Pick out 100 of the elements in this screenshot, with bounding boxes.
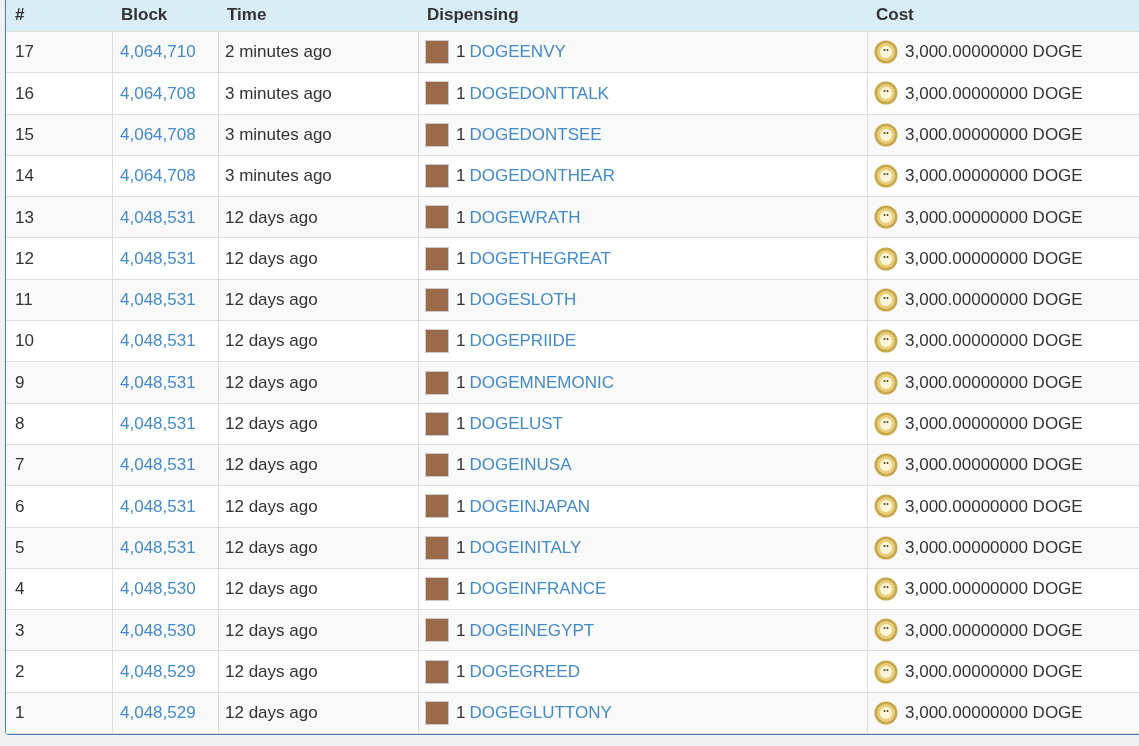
coin-icon	[874, 329, 898, 354]
row-number: 10	[15, 330, 34, 353]
asset-thumbnail	[425, 577, 449, 601]
row-number: 2	[15, 660, 25, 683]
cost-text: 3,000.00000000 DOGE	[905, 206, 1083, 229]
coin-icon	[874, 659, 898, 684]
asset-thumbnail	[425, 659, 449, 684]
time-text: 12 days ago	[225, 330, 318, 353]
coin-icon	[874, 164, 898, 189]
asset-link[interactable]: DOGEGLUTTONY	[469, 700, 612, 726]
column-header: Time	[227, 4, 267, 26]
block-link[interactable]: 4,048,531	[120, 452, 196, 478]
quantity-text: 1	[456, 413, 466, 436]
cost-text: 3,000.00000000 DOGE	[905, 702, 1083, 725]
time-text: 12 days ago	[225, 619, 318, 642]
coin-icon	[874, 122, 898, 147]
asset-link[interactable]: DOGEPRIIDE	[469, 328, 577, 354]
block-link[interactable]: 4,048,531	[120, 411, 196, 437]
asset-link[interactable]: DOGESLOTH	[469, 287, 577, 313]
asset-link[interactable]: DOGEDONTSEE	[469, 122, 602, 148]
asset-thumbnail	[425, 411, 449, 436]
asset-link[interactable]: DOGEINITALY	[469, 534, 582, 561]
asset-link[interactable]: DOGEDONTHEAR	[469, 163, 615, 189]
time-text: 12 days ago	[225, 660, 318, 683]
block-link[interactable]: 4,064,708	[120, 163, 196, 189]
asset-thumbnail	[425, 81, 449, 106]
block-link[interactable]: 4,048,530	[120, 617, 196, 644]
asset-link[interactable]: DOGEMNEMONIC	[469, 369, 614, 396]
cost-text: 3,000.00000000 DOGE	[905, 413, 1083, 436]
block-link[interactable]: 4,064,710	[120, 39, 196, 65]
time-text: 3 minutes ago	[225, 165, 332, 188]
quantity-text: 1	[456, 289, 466, 312]
asset-link[interactable]: DOGEENVY	[469, 39, 566, 65]
time-text: 12 days ago	[225, 206, 318, 229]
cost-text: 3,000.00000000 DOGE	[905, 82, 1083, 105]
block-link[interactable]: 4,048,531	[120, 245, 196, 272]
block-link[interactable]: 4,048,531	[120, 534, 196, 561]
time-text: 12 days ago	[225, 289, 318, 312]
asset-link[interactable]: DOGEINJAPAN	[469, 493, 591, 520]
block-link[interactable]: 4,048,531	[120, 493, 196, 520]
quantity-text: 1	[456, 454, 466, 477]
time-text: 12 days ago	[225, 536, 318, 559]
time-text: 2 minutes ago	[225, 41, 332, 64]
quantity-text: 1	[456, 578, 466, 601]
coin-icon	[874, 246, 898, 271]
coin-icon	[874, 287, 898, 312]
quantity-text: 1	[456, 247, 466, 270]
asset-thumbnail	[425, 246, 449, 271]
asset-link[interactable]: DOGELUST	[469, 411, 563, 437]
block-link[interactable]: 4,048,530	[120, 576, 196, 602]
quantity-text: 1	[456, 124, 466, 146]
row-number: 14	[15, 165, 34, 188]
coin-icon	[874, 81, 898, 106]
cost-text: 3,000.00000000 DOGE	[905, 165, 1083, 188]
row-number: 9	[15, 371, 25, 394]
coin-icon	[874, 370, 898, 395]
cost-text: 3,000.00000000 DOGE	[905, 619, 1083, 642]
cost-text: 3,000.00000000 DOGE	[905, 371, 1083, 394]
row-number: 11	[15, 289, 33, 312]
block-link[interactable]: 4,048,529	[120, 700, 196, 726]
asset-thumbnail	[425, 453, 449, 478]
cost-text: 3,000.00000000 DOGE	[905, 289, 1083, 312]
row-number: 6	[15, 495, 25, 518]
cost-text: 3,000.00000000 DOGE	[905, 41, 1083, 64]
asset-link[interactable]: DOGETHEGREAT	[469, 245, 611, 272]
time-text: 12 days ago	[225, 247, 318, 270]
cost-text: 3,000.00000000 DOGE	[905, 247, 1083, 270]
block-link[interactable]: 4,048,531	[120, 328, 196, 354]
asset-link[interactable]: DOGEGREED	[469, 658, 580, 685]
column-header: Dispensing	[427, 4, 519, 26]
cost-text: 3,000.00000000 DOGE	[905, 660, 1083, 683]
row-number: 16	[15, 82, 34, 105]
coin-icon	[874, 494, 898, 519]
quantity-text: 1	[456, 206, 466, 229]
time-text: 12 days ago	[225, 495, 318, 518]
coin-icon	[874, 205, 898, 230]
coin-icon	[874, 40, 898, 65]
cost-text: 3,000.00000000 DOGE	[905, 536, 1083, 559]
quantity-text: 1	[456, 371, 466, 394]
asset-link[interactable]: DOGEDONTTALK	[469, 80, 609, 107]
time-text: 3 minutes ago	[225, 82, 332, 105]
asset-link[interactable]: DOGEINUSA	[469, 452, 572, 478]
block-link[interactable]: 4,048,531	[120, 204, 196, 231]
time-text: 12 days ago	[225, 578, 318, 601]
row-number: 7	[15, 454, 25, 477]
cost-text: 3,000.00000000 DOGE	[905, 124, 1083, 146]
asset-link[interactable]: DOGEWRATH	[469, 204, 581, 231]
coin-icon	[874, 411, 898, 436]
block-link[interactable]: 4,064,708	[120, 80, 196, 107]
block-link[interactable]: 4,048,531	[120, 287, 196, 313]
asset-link[interactable]: DOGEINFRANCE	[469, 576, 607, 602]
block-link[interactable]: 4,048,531	[120, 369, 196, 396]
cost-text: 3,000.00000000 DOGE	[905, 330, 1083, 353]
block-link[interactable]: 4,064,708	[120, 122, 196, 148]
asset-link[interactable]: DOGEINEGYPT	[469, 617, 595, 644]
column-header: Cost	[876, 4, 914, 26]
quantity-text: 1	[456, 82, 466, 105]
block-link[interactable]: 4,048,529	[120, 658, 196, 685]
time-text: 3 minutes ago	[225, 124, 332, 146]
quantity-text: 1	[456, 41, 466, 64]
